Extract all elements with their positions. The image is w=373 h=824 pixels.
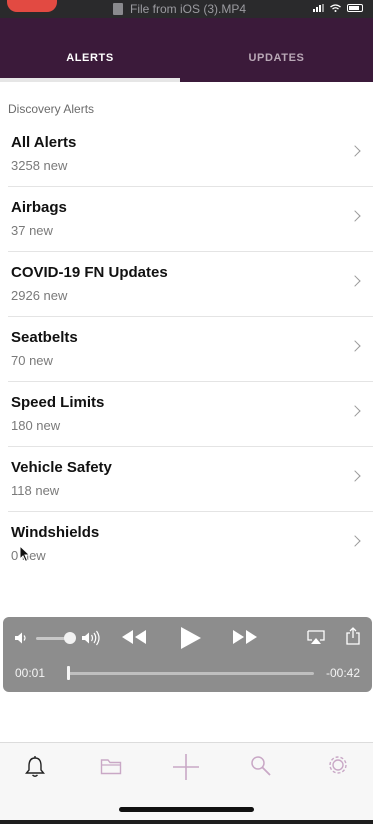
bottom-tab-bar <box>0 742 373 824</box>
window-titlebar: File from iOS (3).MP4 <box>0 0 373 18</box>
scrubber-handle[interactable] <box>67 666 70 680</box>
airplay-icon[interactable] <box>307 630 325 645</box>
mouse-cursor-icon <box>19 545 31 563</box>
alert-count: 70 new <box>11 353 53 368</box>
chevron-right-icon <box>349 210 361 222</box>
volume-low-icon[interactable] <box>14 631 28 645</box>
section-label: Discovery Alerts <box>8 102 95 116</box>
alert-title: Windshields <box>11 524 100 541</box>
window-title: File from iOS (3).MP4 <box>130 2 247 16</box>
alert-count: 2926 new <box>11 288 68 303</box>
alerts-list: All Alerts 3258 new Airbags 37 new COVID… <box>0 122 373 577</box>
tab-bar-top: ALERTS UPDATES <box>0 40 373 82</box>
home-indicator <box>119 807 254 812</box>
chevron-right-icon <box>349 470 361 482</box>
record-indicator <box>7 0 57 12</box>
file-icon <box>113 3 123 15</box>
battery-icon <box>347 4 363 12</box>
status-icons <box>313 4 363 12</box>
chevron-right-icon <box>349 340 361 352</box>
elapsed-time: 00:01 <box>15 666 46 680</box>
alert-count: 180 new <box>11 418 61 433</box>
wifi-icon <box>330 4 341 12</box>
tab-alerts[interactable]: ALERTS <box>0 40 180 82</box>
chevron-right-icon <box>349 145 361 157</box>
alert-title: COVID-19 FN Updates <box>11 264 168 281</box>
signal-icon <box>313 4 324 12</box>
volume-high-icon[interactable] <box>81 630 103 646</box>
settings-gear-icon[interactable] <box>328 755 348 775</box>
alert-title: Vehicle Safety <box>11 459 112 476</box>
alert-row-airbags[interactable]: Airbags 37 new <box>8 187 373 252</box>
share-icon[interactable] <box>346 627 360 645</box>
alert-row-covid-19-fn-updates[interactable]: COVID-19 FN Updates 2926 new <box>8 252 373 317</box>
active-tab-indicator <box>0 78 180 82</box>
alert-row-seatbelts[interactable]: Seatbelts 70 new <box>8 317 373 382</box>
alert-row-windshields[interactable]: Windshields 0 new <box>8 512 373 577</box>
folder-icon[interactable] <box>100 755 122 777</box>
volume-slider-knob[interactable] <box>64 632 76 644</box>
alert-count: 3258 new <box>11 158 68 173</box>
bell-icon[interactable] <box>24 755 46 779</box>
alert-title: Seatbelts <box>11 329 78 346</box>
alert-count: 118 new <box>11 483 60 498</box>
alert-count: 37 new <box>11 223 53 238</box>
rewind-icon[interactable] <box>121 629 147 645</box>
play-icon[interactable] <box>180 626 202 650</box>
fast-forward-icon[interactable] <box>232 629 258 645</box>
bottom-strip <box>0 820 373 824</box>
media-player-controls: 00:01 -00:42 <box>3 617 372 692</box>
alert-title: All Alerts <box>11 134 77 151</box>
chevron-right-icon <box>349 275 361 287</box>
tab-updates[interactable]: UPDATES <box>180 40 373 82</box>
alert-row-speed-limits[interactable]: Speed Limits 180 new <box>8 382 373 447</box>
search-icon[interactable] <box>250 755 272 777</box>
alert-title: Airbags <box>11 199 67 216</box>
chevron-right-icon <box>349 535 361 547</box>
plus-icon[interactable] <box>172 753 200 781</box>
alert-row-vehicle-safety[interactable]: Vehicle Safety 118 new <box>8 447 373 512</box>
app-header: ALERTS UPDATES <box>0 18 373 82</box>
alert-title: Speed Limits <box>11 394 105 411</box>
alert-row-all-alerts[interactable]: All Alerts 3258 new <box>8 122 373 187</box>
remaining-time: -00:42 <box>325 666 360 680</box>
scrubber-track[interactable] <box>67 672 314 675</box>
chevron-right-icon <box>349 405 361 417</box>
